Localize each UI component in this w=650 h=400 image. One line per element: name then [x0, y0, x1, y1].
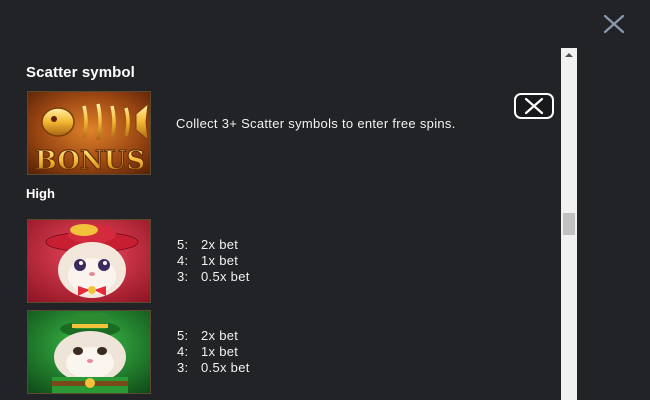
paytable-panel: Scatter symbol BONUS Collect 3+ Scatter … — [0, 48, 560, 400]
symbol-tile-cat-green-hat — [27, 310, 151, 394]
paytable-screen: Scatter symbol BONUS Collect 3+ Scatter … — [0, 0, 650, 400]
vertical-scrollbar[interactable] — [561, 48, 577, 400]
payout-line: 3: 0.5x bet — [177, 360, 250, 375]
bonus-tile-text: BONUS — [35, 146, 145, 175]
payout-line: 5: 2x bet — [177, 328, 239, 343]
close-icon[interactable] — [603, 13, 625, 35]
payout-line: 4: 1x bet — [177, 344, 239, 359]
paytable-close-button[interactable] — [514, 93, 554, 119]
scatter-section-title: Scatter symbol — [26, 64, 135, 81]
payout-line: 4: 1x bet — [177, 253, 239, 268]
symbol-tile-cat-red-hat — [27, 219, 151, 303]
scatter-description: Collect 3+ Scatter symbols to enter free… — [176, 116, 456, 131]
scrollbar-thumb[interactable] — [563, 213, 575, 235]
scroll-up-arrow-icon[interactable] — [561, 48, 577, 62]
high-section-title: High — [26, 186, 55, 201]
scatter-symbol-tile: BONUS — [27, 91, 151, 175]
payout-line: 5: 2x bet — [177, 237, 239, 252]
close-icon — [524, 97, 544, 115]
payout-line: 3: 0.5x bet — [177, 269, 250, 284]
